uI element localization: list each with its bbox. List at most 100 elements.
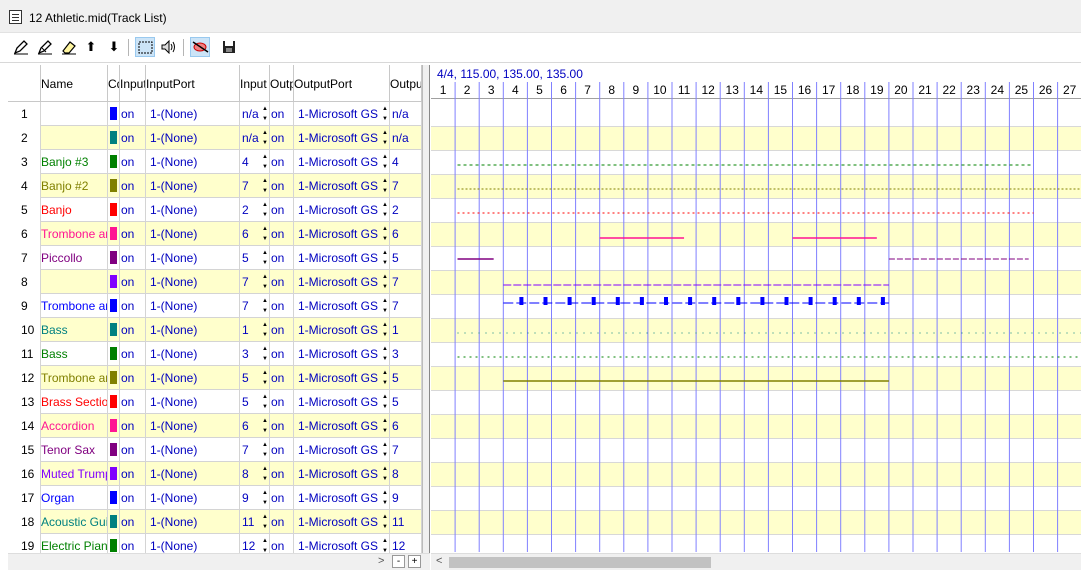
spin-updown-icon[interactable]: ▲ ▼ (381, 512, 389, 532)
output-channel[interactable]: 2 (390, 198, 422, 222)
input-port[interactable]: 1-(None) (146, 222, 240, 246)
input-port[interactable]: 1-(None) (146, 198, 240, 222)
output-port[interactable]: 1-Microsoft GS ▲ ▼ (294, 414, 390, 438)
track-color-cell[interactable] (108, 198, 120, 222)
row-number[interactable]: 3 (8, 150, 41, 174)
input-port[interactable]: 1-(None) (146, 462, 240, 486)
row-number[interactable]: 4 (8, 174, 41, 198)
output-port[interactable]: 1-Microsoft GS ▲ ▼ (294, 342, 390, 366)
spin-updown-icon[interactable]: ▲ ▼ (381, 248, 389, 268)
output-channel[interactable]: 5 (390, 246, 422, 270)
measure-number[interactable]: 17 (817, 82, 841, 99)
spin-updown-icon[interactable]: ▲ ▼ (381, 128, 389, 148)
pane-splitter[interactable] (422, 65, 430, 570)
track-color-cell[interactable] (108, 366, 120, 390)
zoom-minus-button[interactable]: - (392, 555, 405, 568)
track-lane[interactable] (431, 439, 1081, 463)
track-lane[interactable] (431, 319, 1081, 343)
select-rect-icon[interactable] (135, 37, 155, 57)
track-row[interactable]: 11 Bass on 1-(None) 3 ▲ ▼ on 1-Microsoft GS ▲ ▼ 3 (8, 342, 430, 366)
output-toggle[interactable]: on (270, 126, 294, 150)
spin-updown-icon[interactable]: ▲ ▼ (381, 176, 389, 196)
speaker-icon[interactable] (159, 37, 179, 57)
output-port[interactable]: 1-Microsoft GS ▲ ▼ (294, 102, 390, 126)
measure-number[interactable]: 12 (696, 82, 720, 99)
output-channel[interactable]: 7 (390, 174, 422, 198)
measure-number[interactable]: 21 (913, 82, 937, 99)
output-toggle[interactable]: on (270, 150, 294, 174)
output-channel[interactable]: 7 (390, 294, 422, 318)
track-row[interactable]: 14 Accordion on 1-(None) 6 ▲ ▼ on 1-Microsoft GS… (8, 414, 430, 438)
measure-number[interactable]: 22 (937, 82, 961, 99)
track-row[interactable]: 5 Banjo on 1-(None) 2 ▲ ▼ on 1-Microsoft GS ▲ ▼ 2 (8, 198, 430, 222)
row-number[interactable]: 11 (8, 342, 41, 366)
measure-number[interactable]: 6 (552, 82, 576, 99)
spin-updown-icon[interactable]: ▲ ▼ (381, 344, 389, 364)
track-row[interactable]: 17 Organ on 1-(None) 9 ▲ ▼ on 1-Microsoft GS ▲ ▼ 9 (8, 486, 430, 510)
track-color-cell[interactable] (108, 438, 120, 462)
input-port[interactable]: 1-(None) (146, 438, 240, 462)
header-output[interactable]: Outp (270, 65, 294, 102)
eraser-icon[interactable] (59, 37, 79, 57)
output-toggle[interactable]: on (270, 222, 294, 246)
measure-number[interactable]: 2 (455, 82, 479, 99)
measure-number[interactable]: 23 (961, 82, 985, 99)
input-channel[interactable]: 9 ▲ ▼ (240, 486, 270, 510)
input-toggle[interactable]: on (120, 390, 146, 414)
spin-updown-icon[interactable]: ▲ ▼ (381, 152, 389, 172)
track-lane[interactable] (431, 175, 1081, 199)
output-toggle[interactable]: on (270, 510, 294, 534)
track-lane[interactable] (431, 271, 1081, 295)
output-port[interactable]: 1-Microsoft GS ▲ ▼ (294, 126, 390, 150)
output-toggle[interactable]: on (270, 270, 294, 294)
input-port[interactable]: 1-(None) (146, 246, 240, 270)
track-color-cell[interactable] (108, 534, 120, 553)
track-row[interactable]: 4 Banjo #2 on 1-(None) 7 ▲ ▼ on 1-Microsoft GS ▲ ▼… (8, 174, 430, 198)
track-color-cell[interactable] (108, 390, 120, 414)
input-channel[interactable]: n/a ▲ ▼ (240, 126, 270, 150)
track-lane[interactable] (431, 511, 1081, 535)
input-channel[interactable]: 12 ▲ ▼ (240, 534, 270, 553)
track-row[interactable]: 7 Piccollo on 1-(None) 5 ▲ ▼ on 1-Microsoft GS ▲ ▼… (8, 246, 430, 270)
track-name[interactable]: Organ (41, 486, 108, 510)
output-port[interactable]: 1-Microsoft GS ▲ ▼ (294, 462, 390, 486)
measure-number[interactable]: 8 (600, 82, 624, 99)
input-toggle[interactable]: on (120, 150, 146, 174)
track-name[interactable]: Trombone ar (41, 294, 108, 318)
input-toggle[interactable]: on (120, 342, 146, 366)
track-name[interactable]: Bass (41, 318, 108, 342)
track-color-cell[interactable] (108, 174, 120, 198)
track-lane[interactable] (431, 295, 1081, 319)
row-number[interactable]: 19 (8, 534, 41, 553)
spin-updown-icon[interactable]: ▲ ▼ (381, 104, 389, 124)
track-row[interactable]: 3 Banjo #3 on 1-(None) 4 ▲ ▼ on 1-Microsoft GS ▲ ▼… (8, 150, 430, 174)
spin-updown-icon[interactable]: ▲ ▼ (261, 392, 269, 412)
track-name[interactable]: Muted Trump (41, 462, 108, 486)
input-toggle[interactable]: on (120, 414, 146, 438)
measure-number[interactable]: 24 (985, 82, 1009, 99)
output-toggle[interactable]: on (270, 198, 294, 222)
input-channel[interactable]: 8 ▲ ▼ (240, 462, 270, 486)
spin-updown-icon[interactable]: ▲ ▼ (261, 272, 269, 292)
output-toggle[interactable]: on (270, 102, 294, 126)
spin-updown-icon[interactable]: ▲ ▼ (381, 368, 389, 388)
input-port[interactable]: 1-(None) (146, 534, 240, 553)
input-toggle[interactable]: on (120, 534, 146, 553)
track-name[interactable]: Banjo #3 (41, 150, 108, 174)
header-output-channel[interactable]: Output (390, 65, 422, 102)
spin-updown-icon[interactable]: ▲ ▼ (381, 464, 389, 484)
row-number[interactable]: 1 (8, 102, 41, 126)
measure-number[interactable]: 11 (672, 82, 696, 99)
timeline-horizontal-scrollbar[interactable]: < (431, 553, 1081, 570)
input-channel[interactable]: 6 ▲ ▼ (240, 222, 270, 246)
output-toggle[interactable]: on (270, 174, 294, 198)
spin-updown-icon[interactable]: ▲ ▼ (381, 440, 389, 460)
row-number[interactable]: 13 (8, 390, 41, 414)
input-toggle[interactable]: on (120, 102, 146, 126)
output-toggle[interactable]: on (270, 342, 294, 366)
input-port[interactable]: 1-(None) (146, 294, 240, 318)
track-name[interactable]: Trombone ar (41, 366, 108, 390)
output-toggle[interactable]: on (270, 294, 294, 318)
spin-updown-icon[interactable]: ▲ ▼ (261, 200, 269, 220)
input-toggle[interactable]: on (120, 222, 146, 246)
